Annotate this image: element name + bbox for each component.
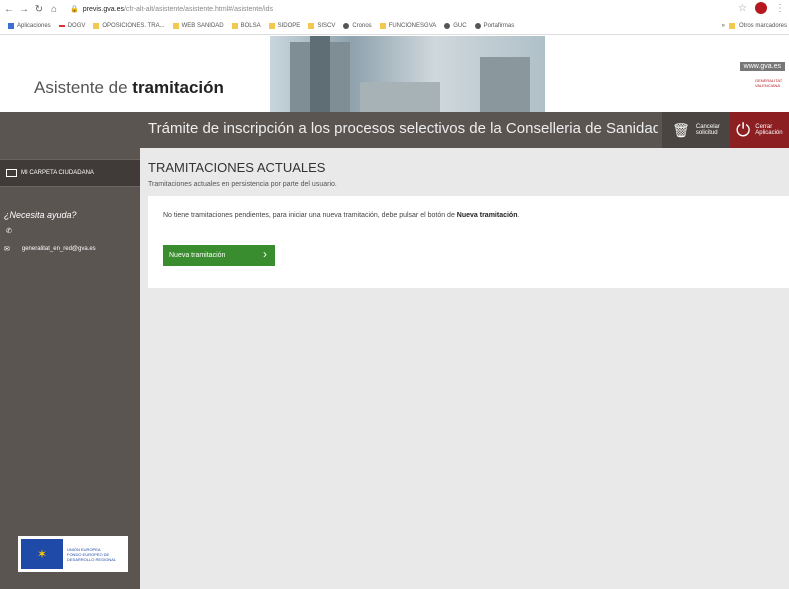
forward-icon[interactable]: →	[18, 4, 30, 15]
folder-icon	[172, 23, 179, 29]
close-application-button[interactable]: ⏻ Cerrar Aplicación	[730, 112, 789, 148]
bookmarks-bar: Aplicaciones DOGV OPOSICIONES. TRA... WE…	[0, 18, 789, 35]
main-content: TRAMITACIONES ACTUALES Tramitaciones act…	[140, 148, 789, 589]
bookmark-oposiciones[interactable]: OPOSICIONES. TRA...	[93, 23, 165, 29]
banner-photo	[270, 36, 545, 112]
back-icon[interactable]: ←	[3, 4, 15, 15]
more-bookmarks-icon: »	[721, 23, 725, 29]
folder-icon	[6, 169, 17, 177]
empty-message: No tiene tramitaciones pendientes, para …	[163, 212, 520, 219]
reload-icon[interactable]: ↻	[33, 4, 45, 15]
folder-icon	[93, 23, 100, 29]
folder-icon	[231, 23, 238, 29]
profile-avatar[interactable]	[755, 2, 767, 14]
chevron-right-icon: ›	[263, 247, 267, 261]
phone-icon: ✆	[6, 228, 12, 235]
bookmark-funcionesgva[interactable]: FUNCIONESGVA	[379, 23, 436, 29]
bookmark-bolsa[interactable]: BOLSA	[231, 23, 261, 29]
lock-icon: 🔒	[70, 6, 79, 13]
email-icon: ✉	[4, 246, 10, 253]
bookmark-web-sanidad[interactable]: WEB SANIDAD	[172, 23, 224, 29]
gva-website-link[interactable]: www.gva.es	[739, 62, 785, 71]
bookmark-other[interactable]: » Otros marcadores	[722, 23, 787, 29]
bookmark-apps[interactable]: Aplicaciones	[8, 23, 51, 29]
menu-icon[interactable]: ⋮	[775, 3, 785, 14]
apps-icon	[8, 23, 14, 29]
bookmark-guc[interactable]: GUC	[444, 23, 467, 29]
procedure-header: Trámite de inscripción a los procesos se…	[140, 112, 789, 148]
sidebar-header	[0, 112, 140, 148]
url-path: /cfr-alt-alt/asistente/asistente.html#/a…	[123, 5, 273, 13]
bookmark-cronos[interactable]: Cronos	[343, 23, 372, 29]
bookmark-portafirmas[interactable]: Portafirmas	[474, 23, 514, 29]
app-title: Asistente de tramitación	[34, 78, 224, 97]
site-banner: Asistente de tramitación www.gva.es GENE…	[0, 36, 789, 112]
tramitaciones-panel: No tiene tramitaciones pendientes, para …	[148, 196, 789, 288]
new-tramitacion-button[interactable]: Nueva tramitación ›	[163, 245, 275, 266]
globe-icon	[444, 23, 451, 29]
bookmark-sidope[interactable]: SIDOPE	[268, 23, 300, 29]
globe-icon	[474, 23, 481, 29]
help-title: ¿Necesita ayuda?	[4, 210, 77, 220]
procedure-title: Trámite de inscripción a los procesos se…	[148, 120, 658, 137]
generalitat-logo: GENERALITAT VALENCIANA	[755, 78, 783, 88]
home-icon[interactable]: ⌂	[48, 4, 60, 15]
folder-icon	[728, 23, 735, 29]
power-icon: ⏻	[736, 119, 751, 140]
help-email[interactable]: ✉ generalitat_en_red@gva.es	[4, 245, 96, 253]
carpeta-ciudadana-link[interactable]: MI CARPETA CIUDADANA	[0, 159, 140, 187]
browser-toolbar: ← → ↻ ⌂ 🔒 previs.gva.es /cfr-alt-alt/asi…	[0, 0, 789, 18]
folder-icon	[268, 23, 275, 29]
sidebar: MI CARPETA CIUDADANA ¿Necesita ayuda? ✆ …	[0, 112, 140, 589]
page-subtitle: Tramitaciones actuales en persistencia p…	[148, 181, 337, 188]
page-title: TRAMITACIONES ACTUALES	[148, 160, 326, 175]
eu-flag-icon: ✶	[21, 539, 63, 569]
star-icon[interactable]: ☆	[738, 3, 747, 14]
dogv-icon	[58, 25, 65, 27]
bookmark-siscv[interactable]: SISCV	[308, 23, 335, 29]
trash-icon: 🗑	[672, 121, 690, 138]
globe-icon	[343, 23, 350, 29]
folder-icon	[379, 23, 386, 29]
url-host: previs.gva.es	[82, 5, 124, 13]
folder-icon	[308, 23, 315, 29]
address-bar[interactable]: 🔒 previs.gva.es /cfr-alt-alt/asistente/a…	[70, 5, 273, 14]
bookmark-dogv[interactable]: DOGV	[58, 23, 85, 29]
eu-funding-logo: ✶ UNIÓN EUROPEA FONDO EUROPEO DE DESARROLL…	[18, 536, 128, 572]
cancel-request-button[interactable]: 🗑 Cancelar solicitud	[662, 112, 730, 148]
